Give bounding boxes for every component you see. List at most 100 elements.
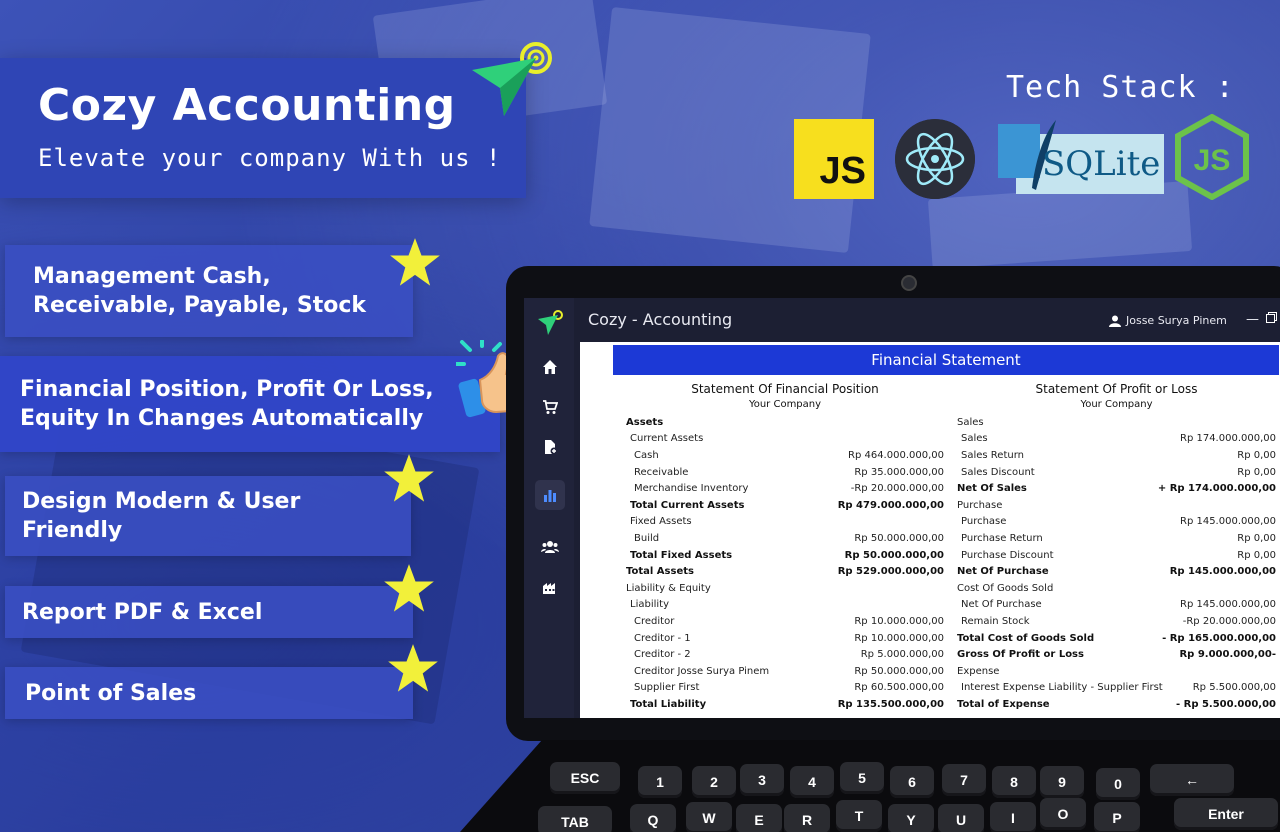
row-label: Sales xyxy=(961,433,988,445)
key[interactable]: 6 xyxy=(890,766,934,798)
nodejs-logo-icon: JS xyxy=(1175,114,1249,200)
row-value: Rp 145.000.000,00 xyxy=(1180,516,1276,528)
statement-row: Net Of Sales + Rp 174.000.000,00 xyxy=(957,480,1276,497)
row-label: Total Cost of Goods Sold xyxy=(957,632,1095,644)
key[interactable]: 9 xyxy=(1040,766,1084,798)
row-label: Total Assets xyxy=(626,566,694,578)
report-header: Financial Statement xyxy=(613,345,1279,375)
key[interactable]: 7 xyxy=(942,764,986,796)
row-label: Merchandise Inventory xyxy=(634,483,749,495)
statement-row: Sales xyxy=(957,414,1276,431)
key[interactable]: ESC xyxy=(550,762,620,794)
building-icon[interactable] xyxy=(535,572,565,602)
row-label: Net Of Purchase xyxy=(957,566,1049,578)
javascript-logo-icon: JS xyxy=(794,119,874,199)
key[interactable]: 3 xyxy=(740,764,784,796)
row-label: Build xyxy=(634,532,660,544)
report-content: Financial Statement Statement Of Financi… xyxy=(580,342,1280,718)
file-add-icon[interactable] xyxy=(535,432,565,462)
tagline: Elevate your company With us ! xyxy=(38,144,502,172)
feature-card-design: Design Modern & User Friendly xyxy=(5,476,411,556)
star-icon xyxy=(388,644,438,692)
key[interactable]: ← xyxy=(1150,764,1234,796)
minimize-button[interactable]: — xyxy=(1246,312,1259,327)
feature-card-report: Report PDF & Excel xyxy=(5,586,413,638)
row-label: Net Of Purchase xyxy=(961,599,1042,611)
chart-icon[interactable] xyxy=(535,480,565,510)
maximize-button[interactable] xyxy=(1266,312,1277,327)
key[interactable]: U xyxy=(938,804,984,832)
row-label: Interest Expense Liability - Supplier Fi… xyxy=(961,682,1163,694)
paper-plane-logo-icon xyxy=(472,42,552,116)
statement-row: Purchase Rp 145.000.000,00 xyxy=(957,514,1276,531)
key[interactable]: O xyxy=(1040,798,1086,830)
statement-row: Total Current Assets Rp 479.000.000,00 xyxy=(626,497,944,514)
key[interactable]: I xyxy=(990,802,1036,832)
key[interactable]: 0 xyxy=(1096,768,1140,800)
star-icon xyxy=(384,454,434,502)
statement-row: Assets xyxy=(626,414,944,431)
row-label: Sales Discount xyxy=(961,466,1035,478)
user-menu[interactable]: Josse Surya Pinem xyxy=(1109,314,1227,327)
row-label: Creditor xyxy=(634,615,675,627)
key[interactable]: TAB xyxy=(538,806,612,832)
user-name: Josse Surya Pinem xyxy=(1126,314,1227,327)
key[interactable]: Enter xyxy=(1174,798,1278,830)
row-label: Cash xyxy=(634,449,659,461)
title-bar: Cozy - Accounting Josse Surya Pinem — xyxy=(574,298,1280,342)
key[interactable]: Q xyxy=(630,804,676,832)
key[interactable]: Y xyxy=(888,804,934,832)
feature-card-financial: Financial Position, Profit Or Loss, Equi… xyxy=(0,356,500,452)
key[interactable]: 8 xyxy=(992,766,1036,798)
row-value: Rp 135.500.000,00 xyxy=(837,698,944,710)
row-label: Creditor Josse Surya Pinem xyxy=(634,665,770,677)
key[interactable]: E xyxy=(736,804,782,832)
key[interactable]: T xyxy=(836,800,882,832)
electron-logo-icon xyxy=(895,119,975,199)
statement-row: Liability xyxy=(626,597,944,614)
row-value: Rp 0,00 xyxy=(1237,532,1276,544)
company-name: Your Company xyxy=(748,399,822,410)
row-value: Rp 10.000.000,00 xyxy=(854,632,944,644)
key[interactable]: 5 xyxy=(840,762,884,794)
key[interactable]: 2 xyxy=(692,766,736,798)
logo-icon[interactable] xyxy=(535,308,565,338)
statement-row: Net Of Purchase Rp 145.000.000,00 xyxy=(957,563,1276,580)
statement-row: Expense xyxy=(957,663,1276,680)
row-label: Purchase Discount xyxy=(961,549,1054,561)
row-value: Rp 50.000.000,00 xyxy=(844,549,944,561)
key[interactable]: 1 xyxy=(638,766,682,798)
row-value: Rp 60.500.000,00 xyxy=(854,682,944,694)
key[interactable]: W xyxy=(686,802,732,832)
hero-banner: Cozy Accounting Elevate your company Wit… xyxy=(0,58,526,198)
key[interactable]: 4 xyxy=(790,766,834,798)
row-label: Purchase xyxy=(957,499,1003,511)
row-value: Rp 35.000.000,00 xyxy=(854,466,944,478)
key[interactable]: R xyxy=(784,804,830,832)
user-icon xyxy=(1109,315,1121,327)
sqlite-logo-text: SQLite xyxy=(1042,144,1161,184)
statement-title: Statement Of Profit or Loss xyxy=(1035,382,1198,396)
statement-row: Sales Return Rp 0,00 xyxy=(957,447,1276,464)
row-label: Assets xyxy=(626,416,664,428)
tech-stack-title: Tech Stack : xyxy=(1006,70,1235,105)
row-label: Total Current Assets xyxy=(630,499,745,511)
row-value: Rp 464.000.000,00 xyxy=(848,449,944,461)
financial-position-statement: Statement Of Financial Position Your Com… xyxy=(626,382,944,713)
feature-label: Report PDF & Excel xyxy=(22,599,263,625)
star-icon xyxy=(384,564,434,612)
home-icon[interactable] xyxy=(535,352,565,382)
row-value: Rp 5.500.000,00 xyxy=(1192,682,1276,694)
cart-icon[interactable] xyxy=(535,392,565,422)
statement-row: Creditor Rp 10.000.000,00 xyxy=(626,613,944,630)
statement-row: Total Liability Rp 135.500.000,00 xyxy=(626,696,944,713)
statement-row: Current Assets xyxy=(626,431,944,448)
company-name: Your Company xyxy=(1080,399,1153,410)
key[interactable]: P xyxy=(1094,802,1140,832)
row-value: -Rp 20.000.000,00 xyxy=(1182,615,1276,627)
users-icon[interactable] xyxy=(535,532,565,562)
statement-row: Supplier First Rp 60.500.000,00 xyxy=(626,680,944,697)
app-window-title: Cozy - Accounting xyxy=(588,310,733,329)
row-value: Rp 0,00 xyxy=(1237,449,1276,461)
row-label: Fixed Assets xyxy=(630,516,692,528)
